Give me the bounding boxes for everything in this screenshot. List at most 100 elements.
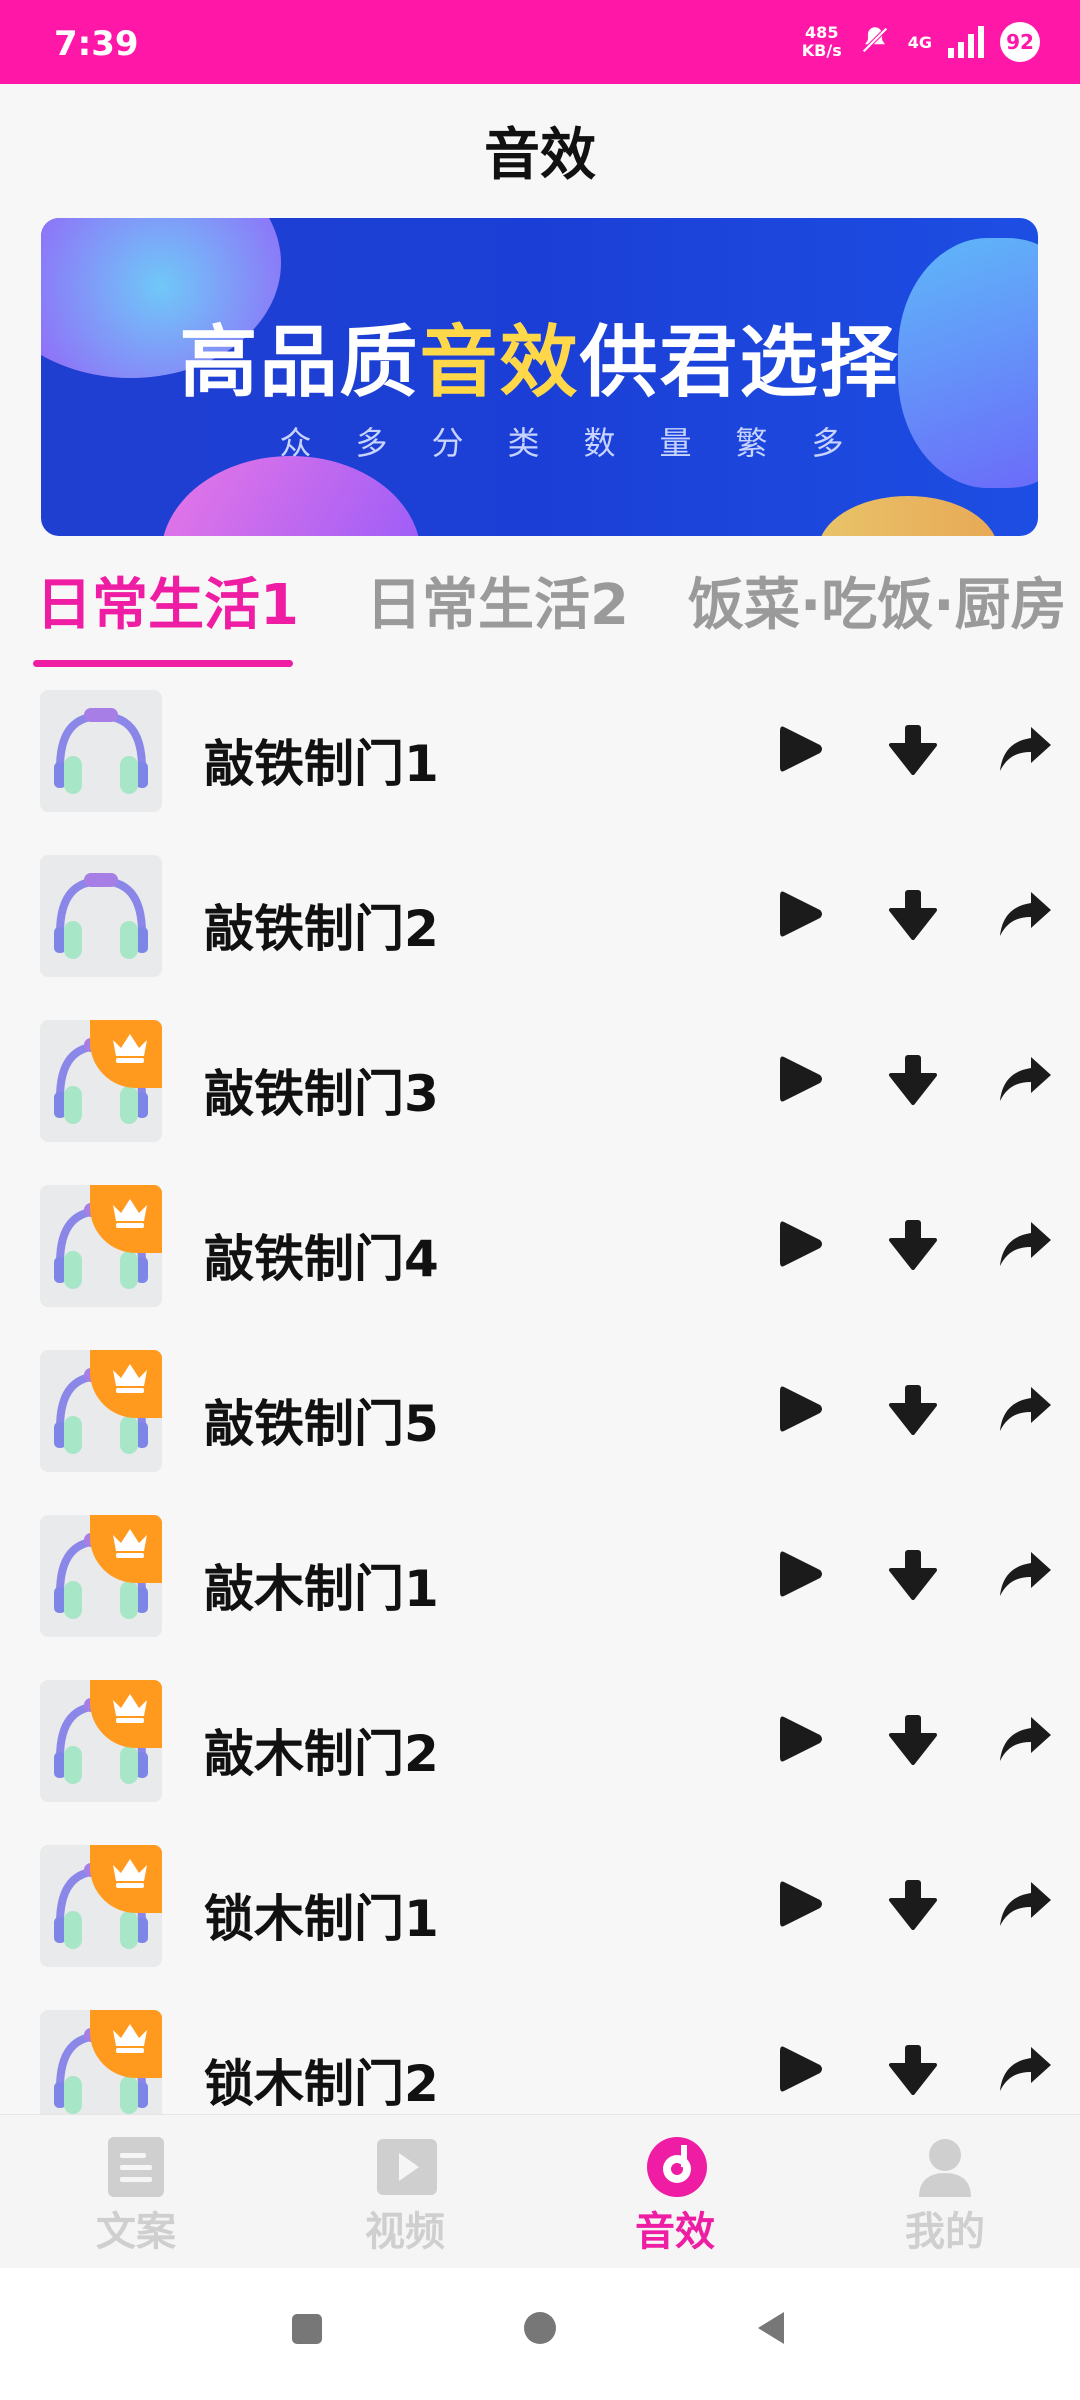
video-play-icon xyxy=(375,2135,437,2199)
download-icon xyxy=(887,1878,939,1934)
sound-row[interactable]: 锁木制门1 xyxy=(0,1841,1080,2006)
share-icon xyxy=(997,2045,1053,2097)
active-tab-indicator xyxy=(33,660,293,667)
play-button[interactable] xyxy=(766,1376,836,1446)
person-icon xyxy=(915,2135,975,2199)
sound-row[interactable]: 敲铁制门5 xyxy=(0,1346,1080,1511)
sound-thumbnail xyxy=(40,1845,162,1967)
play-button[interactable] xyxy=(766,1541,836,1611)
recent-apps-icon[interactable] xyxy=(292,2314,322,2344)
sound-name: 敲铁制门2 xyxy=(204,900,439,958)
download-icon xyxy=(887,888,939,944)
status-time: 7:39 xyxy=(54,24,139,64)
status-indicators: 485 KB/s 4G 92 xyxy=(802,16,1040,68)
play-icon xyxy=(778,723,824,779)
network-type: 4G xyxy=(907,32,932,52)
system-nav-bar xyxy=(0,2268,1080,2400)
sound-row[interactable]: 敲铁制门1 xyxy=(0,686,1080,851)
share-button[interactable] xyxy=(990,1541,1060,1611)
network-speed-value: 485 xyxy=(805,23,839,42)
mute-bell-icon xyxy=(858,23,892,61)
bottom-nav: 文案 视频 音效 我的 xyxy=(0,2114,1080,2269)
play-button[interactable] xyxy=(766,1046,836,1116)
download-button[interactable] xyxy=(878,1541,948,1611)
share-button[interactable] xyxy=(990,1871,1060,1941)
download-button[interactable] xyxy=(878,1211,948,1281)
nav-sound-effects[interactable]: 音效 xyxy=(575,2135,775,2257)
battery-indicator: 92 xyxy=(1000,22,1040,62)
music-disc-icon xyxy=(645,2135,707,2199)
download-icon xyxy=(887,1548,939,1604)
download-icon xyxy=(887,723,939,779)
share-icon xyxy=(997,890,1053,942)
play-icon xyxy=(778,1383,824,1439)
status-bar: 7:39 485 KB/s 4G 92 xyxy=(0,0,1080,84)
share-button[interactable] xyxy=(990,1376,1060,1446)
banner-title-highlight: 音效 xyxy=(419,318,580,408)
sound-row[interactable]: 敲铁制门4 xyxy=(0,1181,1080,1346)
network-speed: 485 KB/s xyxy=(802,24,842,60)
share-button[interactable] xyxy=(990,716,1060,786)
play-button[interactable] xyxy=(766,716,836,786)
sound-row[interactable]: 敲木制门1 xyxy=(0,1511,1080,1676)
nav-copywriting[interactable]: 文案 xyxy=(36,2135,236,2257)
play-button[interactable] xyxy=(766,881,836,951)
share-button[interactable] xyxy=(990,1046,1060,1116)
share-icon xyxy=(997,1055,1053,1107)
play-icon xyxy=(778,1713,824,1769)
sound-thumbnail xyxy=(40,855,162,977)
nav-mine[interactable]: 我的 xyxy=(845,2135,1045,2257)
share-icon xyxy=(997,725,1053,777)
download-button[interactable] xyxy=(878,881,948,951)
banner-title-part2: 供君选择 xyxy=(579,318,900,408)
page-title: 音效 xyxy=(484,123,596,188)
share-button[interactable] xyxy=(990,2036,1060,2106)
sound-name: 敲木制门2 xyxy=(204,1725,439,1783)
nav-video[interactable]: 视频 xyxy=(305,2135,505,2257)
share-button[interactable] xyxy=(990,881,1060,951)
download-icon xyxy=(887,1218,939,1274)
download-button[interactable] xyxy=(878,1376,948,1446)
play-icon xyxy=(778,2043,824,2099)
promo-banner[interactable]: 高品质音效供君选择 众多分类数量繁多 xyxy=(41,218,1038,536)
sound-thumbnail xyxy=(40,1185,162,1307)
sound-thumbnail xyxy=(40,1350,162,1472)
back-icon[interactable] xyxy=(758,2312,784,2344)
play-icon xyxy=(778,1548,824,1604)
download-button[interactable] xyxy=(878,1046,948,1116)
tab-food-cooking[interactable]: 饭菜·吃饭·厨房 xyxy=(688,560,1067,641)
play-button[interactable] xyxy=(766,1871,836,1941)
network-speed-unit: KB/s xyxy=(801,41,842,60)
download-icon xyxy=(887,1383,939,1439)
play-icon xyxy=(778,888,824,944)
banner-subtitle: 众多分类数量繁多 xyxy=(279,424,888,462)
tab-daily-life-1[interactable]: 日常生活1 xyxy=(36,560,299,641)
play-icon xyxy=(778,1878,824,1934)
download-button[interactable] xyxy=(878,1871,948,1941)
share-icon xyxy=(997,1715,1053,1767)
sound-list: 敲铁制门1 敲铁制门2 敲铁制门3 敲铁制门4 敲铁制门5 敲木制门1 敲木制门2 锁木制门1… xyxy=(0,686,1080,2171)
share-icon xyxy=(997,1385,1053,1437)
share-icon xyxy=(997,1880,1053,1932)
play-button[interactable] xyxy=(766,1706,836,1776)
download-icon xyxy=(887,2043,939,2099)
sound-name: 敲铁制门5 xyxy=(204,1395,439,1453)
play-button[interactable] xyxy=(766,1211,836,1281)
share-button[interactable] xyxy=(990,1211,1060,1281)
tab-daily-life-2[interactable]: 日常生活2 xyxy=(366,560,629,641)
sound-row[interactable]: 敲铁制门3 xyxy=(0,1016,1080,1181)
play-icon xyxy=(778,1053,824,1109)
home-icon[interactable] xyxy=(524,2312,556,2344)
sound-thumbnail xyxy=(40,690,162,812)
share-button[interactable] xyxy=(990,1706,1060,1776)
sound-thumbnail xyxy=(40,1515,162,1637)
signal-icon xyxy=(948,26,984,58)
download-button[interactable] xyxy=(878,2036,948,2106)
download-button[interactable] xyxy=(878,716,948,786)
download-button[interactable] xyxy=(878,1706,948,1776)
sound-row[interactable]: 敲铁制门2 xyxy=(0,851,1080,1016)
play-button[interactable] xyxy=(766,2036,836,2106)
nav-label: 我的 xyxy=(905,2209,985,2255)
sound-row[interactable]: 敲木制门2 xyxy=(0,1676,1080,1841)
banner-title: 高品质音效供君选择 xyxy=(41,300,1038,412)
